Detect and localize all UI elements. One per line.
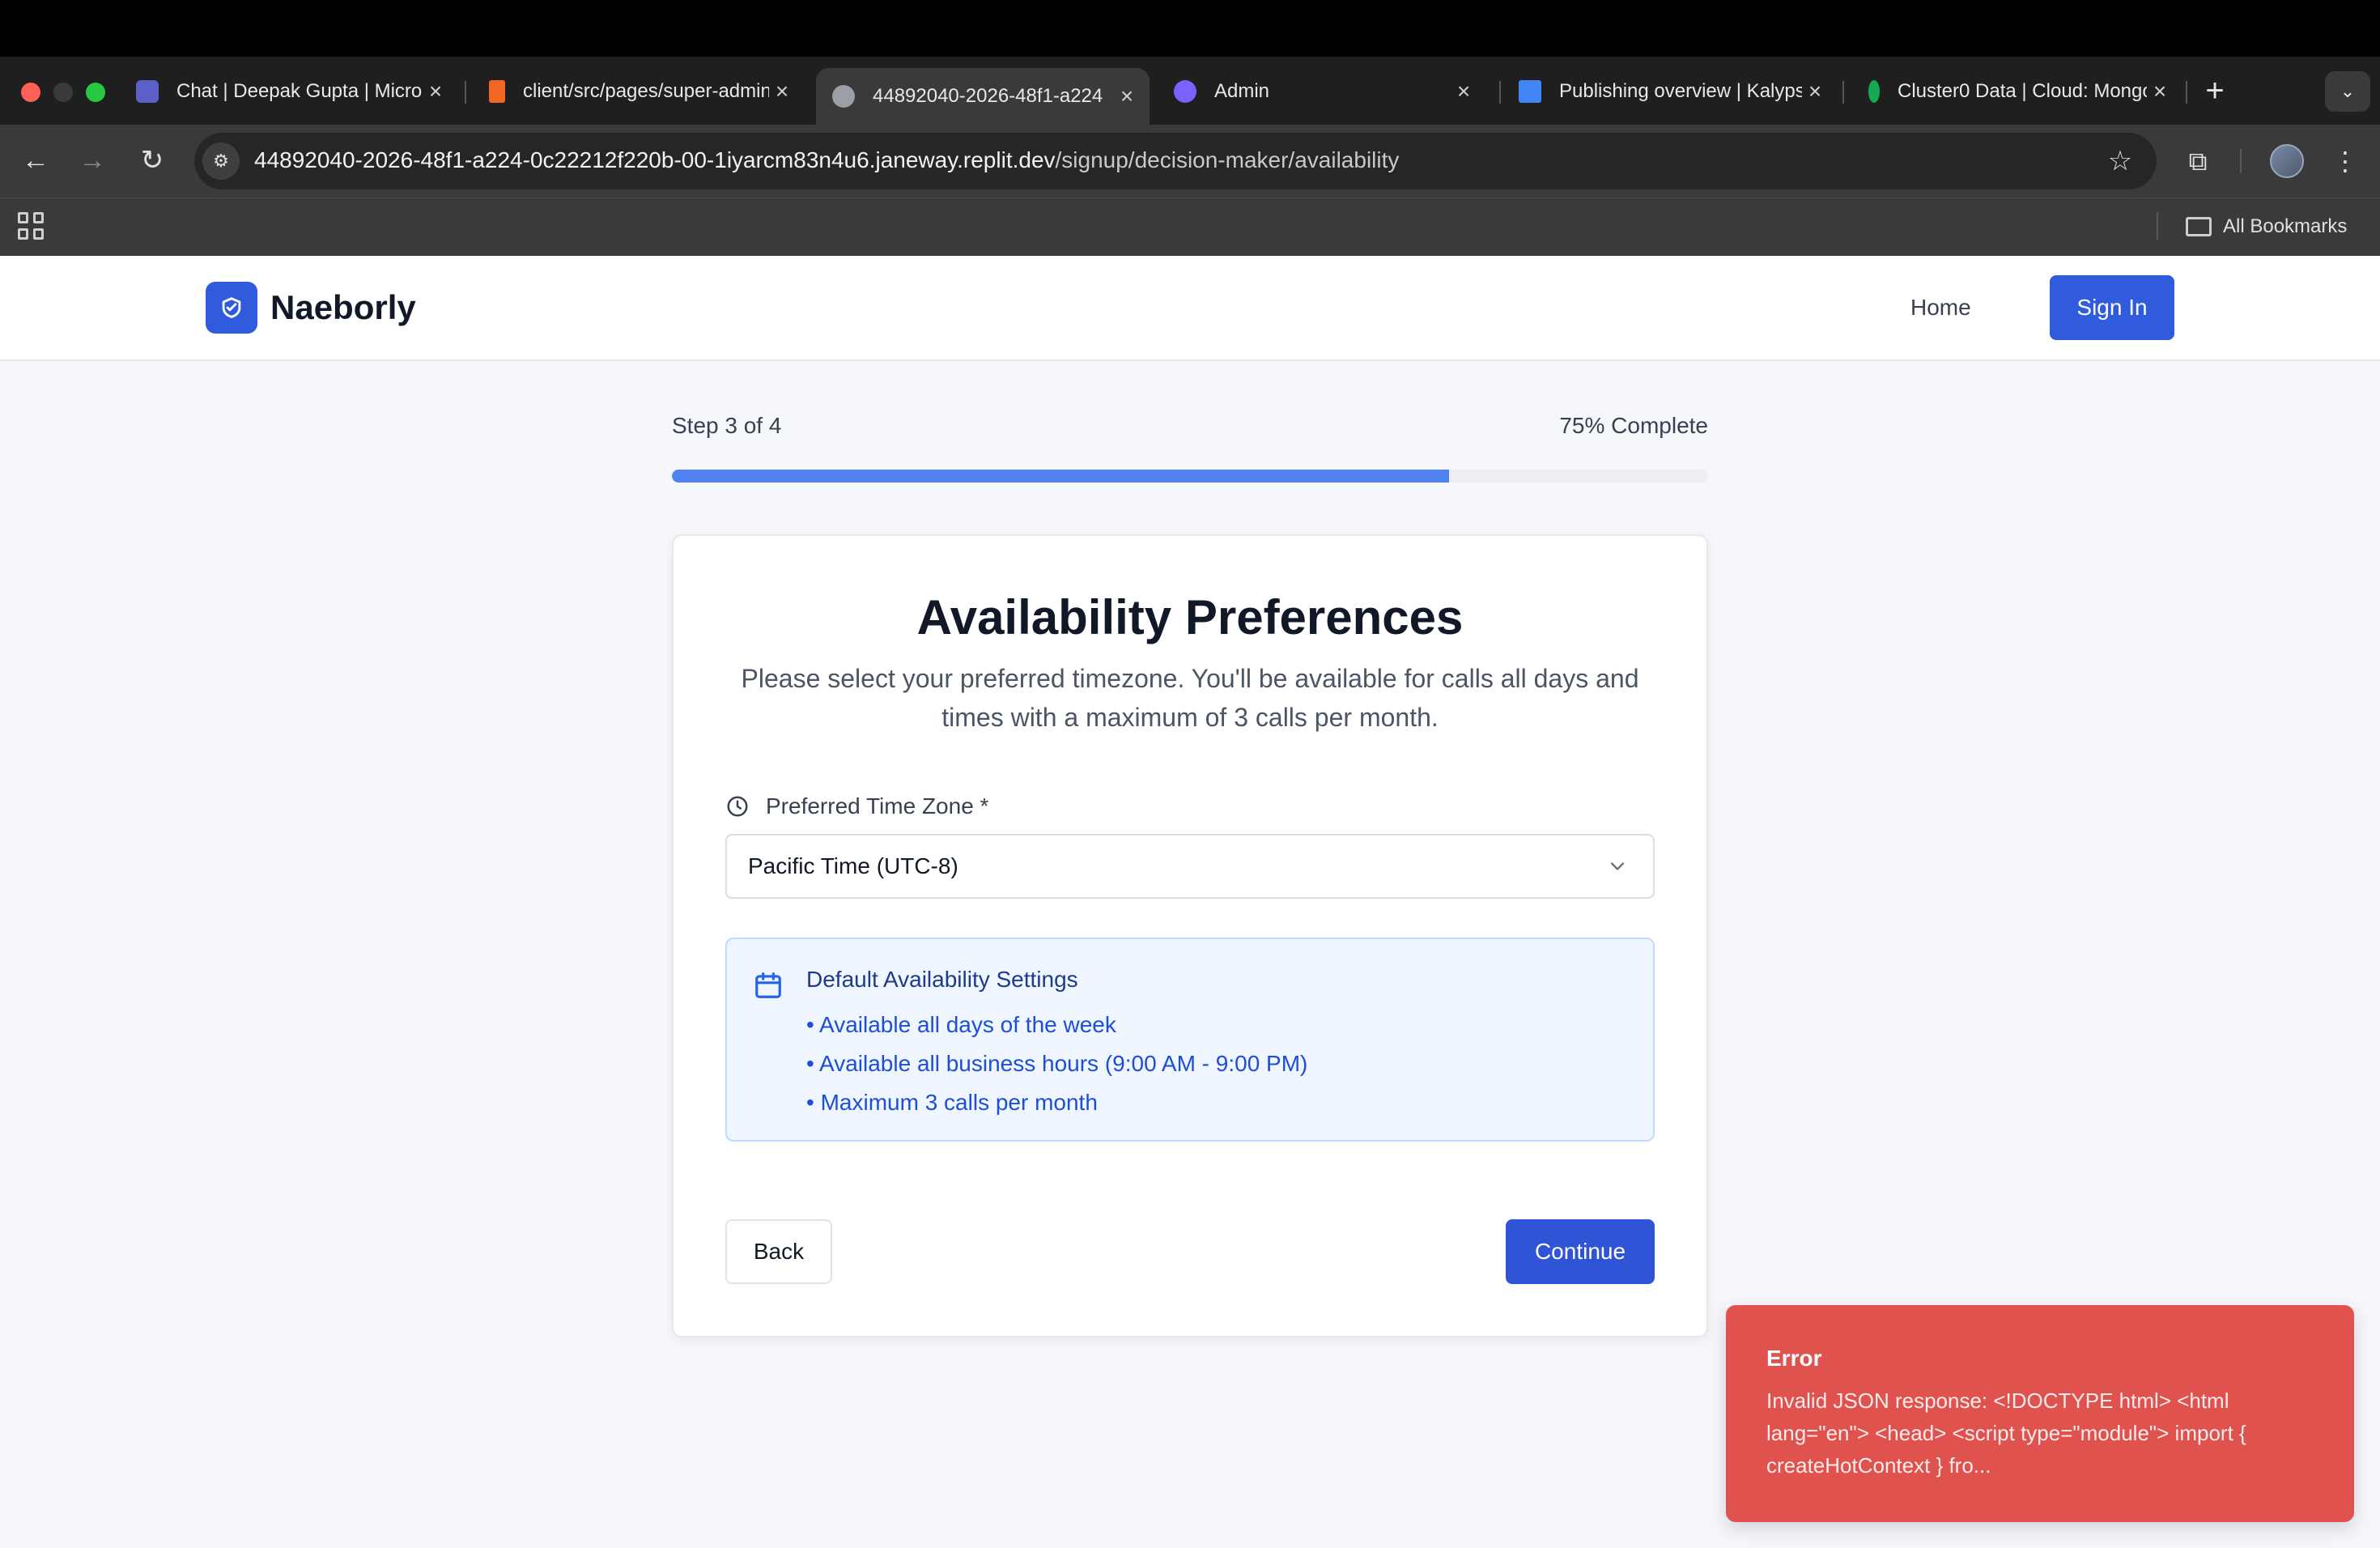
page-description: Please select your preferred timezone. Y… [741, 664, 1639, 732]
close-icon[interactable]: × [769, 79, 795, 104]
play-icon [1519, 80, 1541, 103]
toolbar-divider [2240, 149, 2242, 173]
folder-icon [2186, 217, 2212, 236]
tab-client-src[interactable]: client/src/pages/super-admin × [489, 68, 795, 115]
toast-message: Invalid JSON response: <!DOCTYPE html> <… [1766, 1389, 2246, 1478]
close-icon[interactable]: × [423, 79, 448, 104]
progress-bar [672, 470, 1708, 483]
continue-button[interactable]: Continue [1506, 1219, 1655, 1284]
url-text[interactable]: 44892040-2026-48f1-a224-0c22212f220b-00-… [254, 147, 1399, 173]
default-availability-box: Default Availability Settings • Availabl… [725, 938, 1655, 1142]
default-settings-list: • Available all days of the week • Avail… [806, 1006, 1307, 1122]
chevron-down-icon [1610, 862, 1625, 870]
reload-icon[interactable]: ↻ [133, 141, 172, 180]
url-path: /signup/decision-maker/availability [1055, 147, 1400, 172]
sign-in-button[interactable]: Sign In [2050, 275, 2174, 340]
tab-divider [465, 81, 466, 104]
tab-title: Publishing overview | Kalypso [1559, 80, 1802, 102]
timezone-label-row: Preferred Time Zone * [725, 790, 988, 823]
leaf-icon [1868, 80, 1880, 103]
back-button[interactable]: Back [725, 1219, 832, 1284]
maximize-window-button[interactable] [86, 83, 105, 102]
tab-search-button[interactable]: ⌄ [2325, 71, 2370, 112]
all-bookmarks-label: All Bookmarks [2223, 215, 2348, 237]
clock-icon [727, 796, 748, 817]
tab-title: 44892040-2026-48f1-a224 [873, 85, 1103, 107]
handshake-logo-icon[interactable] [206, 282, 257, 334]
admin-icon [1174, 80, 1196, 103]
bookmark-star-icon[interactable]: ☆ [2102, 142, 2139, 180]
tab-divider [1842, 81, 1844, 104]
forward-arrow-icon[interactable]: → [73, 141, 112, 180]
calendar-icon [755, 972, 781, 998]
close-icon[interactable]: × [2147, 79, 2173, 104]
list-item: • Maximum 3 calls per month [806, 1090, 1098, 1115]
minimize-window-button[interactable] [53, 83, 73, 102]
tab-teams-chat[interactable]: Chat | Deepak Gupta | Microsoft Teams × [136, 68, 448, 115]
default-settings-title: Default Availability Settings [806, 967, 1078, 992]
nav-home-link[interactable]: Home [1910, 285, 1971, 330]
teams-icon [136, 80, 159, 103]
extensions-icon[interactable]: ⧉ [2179, 142, 2216, 180]
site-settings-icon[interactable]: ⚙ [202, 142, 240, 180]
tab-title: client/src/pages/super-admin [523, 80, 769, 102]
globe-icon [832, 85, 855, 108]
close-icon[interactable]: × [1802, 79, 1828, 104]
step-indicator: Step 3 of 4 [672, 413, 782, 438]
timezone-label: Preferred Time Zone * [766, 793, 989, 819]
profile-avatar[interactable] [2270, 144, 2304, 178]
progress-fill [672, 470, 1449, 483]
tab-mongodb-cluster[interactable]: Cluster0 Data | Cloud: MongoDB × [1864, 68, 2173, 115]
back-arrow-icon[interactable]: ← [16, 141, 55, 180]
tab-admin[interactable]: Admin × [1174, 68, 1477, 115]
close-icon[interactable]: × [1114, 83, 1140, 109]
list-item: • Available all days of the week [806, 1012, 1116, 1037]
bookmarks-bar [0, 198, 2380, 256]
error-toast[interactable]: Error Invalid JSON response: <!DOCTYPE h… [1726, 1305, 2354, 1522]
list-item: • Available all business hours (9:00 AM … [806, 1051, 1308, 1076]
apps-grid-icon[interactable] [18, 212, 45, 240]
new-tab-button[interactable]: + [2199, 71, 2231, 110]
brand-name[interactable]: Naeborly [270, 285, 416, 330]
tab-publishing-overview[interactable]: Publishing overview | Kalypso × [1519, 68, 1828, 115]
code-icon [489, 80, 505, 103]
percent-complete: 75% Complete [1559, 413, 1708, 438]
url-host: 44892040-2026-48f1-a224-0c22212f220b-00-… [254, 147, 1056, 172]
tab-title: Cluster0 Data | Cloud: MongoDB [1898, 80, 2147, 102]
more-menu-icon[interactable]: ⋮ [2327, 142, 2364, 180]
all-bookmarks-button[interactable]: All Bookmarks [2186, 212, 2347, 241]
os-menu-bar [0, 0, 2380, 57]
tab-title: Admin [1214, 80, 1270, 102]
page-title: Availability Preferences [916, 590, 1464, 644]
timezone-selected-value: Pacific Time (UTC-8) [748, 853, 958, 878]
toast-title: Error [1766, 1346, 1822, 1371]
tab-active-replit[interactable]: 44892040-2026-48f1-a224 × [816, 68, 1150, 125]
tab-title: Chat | Deepak Gupta | Microsoft Teams [176, 80, 423, 102]
tab-divider [2186, 81, 2187, 104]
bookmarks-divider [2157, 212, 2158, 240]
close-window-button[interactable] [21, 83, 40, 102]
close-icon[interactable]: × [1451, 79, 1477, 104]
timezone-select[interactable]: Pacific Time (UTC-8) [725, 834, 1655, 899]
tab-divider [1499, 81, 1501, 104]
availability-card [672, 534, 1708, 1337]
